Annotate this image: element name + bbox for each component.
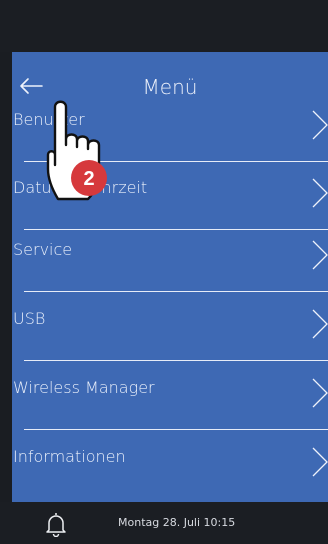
- menu-item-service[interactable]: Service: [12, 224, 328, 292]
- divider: [24, 291, 328, 292]
- bell-icon[interactable]: [44, 511, 68, 537]
- divider: [24, 360, 328, 361]
- divider: [24, 429, 328, 430]
- status-datetime: Montag 28. Juli 10:15: [118, 516, 236, 529]
- menu-item-usb[interactable]: USB: [12, 293, 328, 361]
- chevron-right-icon: [312, 240, 328, 270]
- menu-item-label: Service: [13, 240, 73, 259]
- pointing-hand-icon: 2: [46, 100, 107, 201]
- chevron-right-icon: [312, 110, 328, 140]
- menu-item-label: Wireless Manager: [13, 378, 155, 397]
- status-bar: Montag 28. Juli 10:15: [0, 502, 328, 544]
- chevron-right-icon: [312, 447, 328, 477]
- chevron-right-icon: [312, 309, 328, 339]
- menu-item-label: USB: [13, 309, 46, 328]
- chevron-right-icon: [312, 378, 328, 408]
- menu-item-informationen[interactable]: Informationen: [12, 431, 328, 499]
- menu-item-wireless-manager[interactable]: Wireless Manager: [12, 362, 328, 430]
- step-number: 2: [83, 168, 94, 190]
- menu-item-label: Informationen: [13, 447, 126, 466]
- device-top-bezel: [0, 0, 328, 52]
- chevron-right-icon: [312, 178, 328, 208]
